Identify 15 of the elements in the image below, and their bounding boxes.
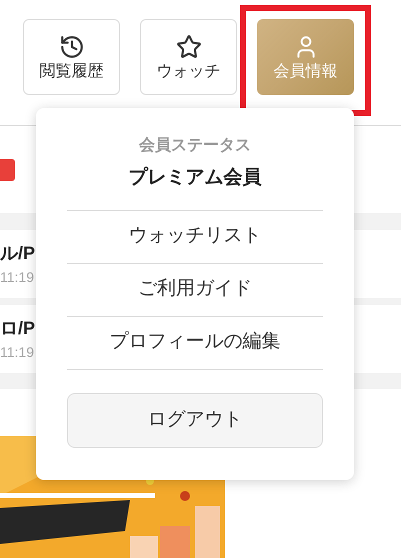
item-time: 11:19 bbox=[0, 344, 35, 361]
status-label: 会員ステータス bbox=[139, 136, 251, 156]
item-title: ル/P bbox=[0, 242, 36, 264]
menu-item[interactable]: ご利用ガイド bbox=[67, 264, 323, 316]
menu-item[interactable]: ウォッチリスト bbox=[67, 210, 323, 264]
item-time: 11:19 bbox=[0, 268, 35, 286]
header-button[interactable]: ウォッチ bbox=[140, 19, 237, 95]
item-title: ロ/P bbox=[0, 317, 36, 340]
logout-button[interactable]: ログアウト bbox=[67, 392, 323, 448]
menu-item[interactable]: プロフィールの編集 bbox=[67, 316, 323, 370]
star-icon bbox=[176, 34, 202, 60]
history-icon bbox=[58, 34, 84, 60]
chat-icon bbox=[0, 158, 15, 180]
header-button[interactable]: 閲覧履歴 bbox=[23, 19, 120, 95]
member-status: プレミアム会員 bbox=[128, 166, 262, 190]
